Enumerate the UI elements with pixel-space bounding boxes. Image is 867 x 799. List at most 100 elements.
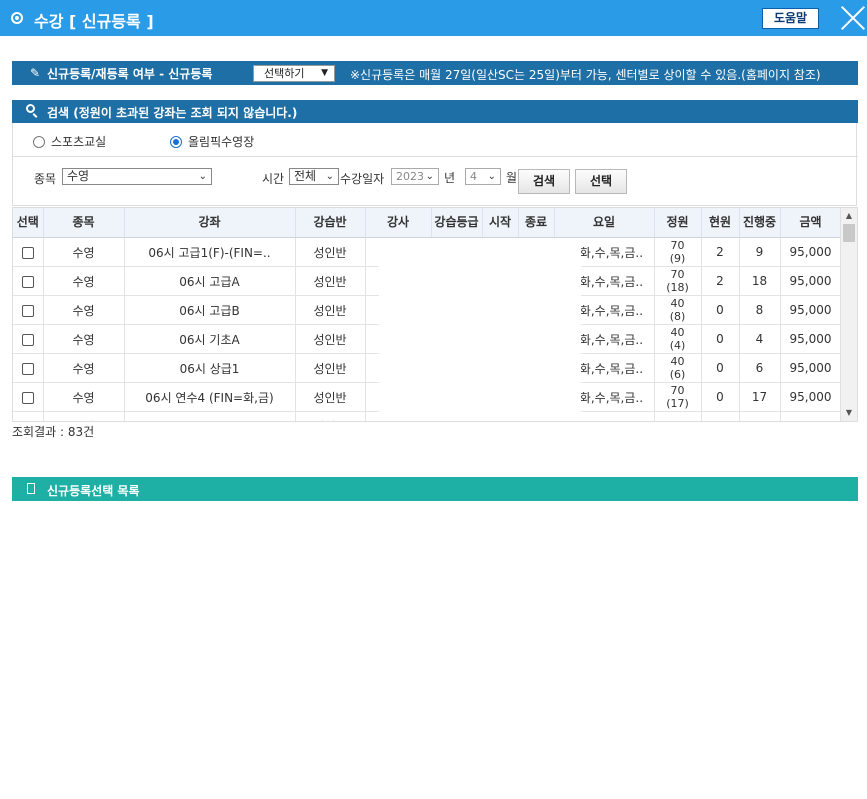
current-cell: 0 — [701, 295, 740, 325]
help-button[interactable]: 도움말 — [762, 8, 819, 29]
column-header[interactable]: 금액 — [780, 208, 842, 238]
price-cell: 95,000 — [780, 353, 842, 383]
column-header[interactable]: 강사 — [365, 208, 432, 238]
capacity-cell: 70 (9) — [654, 237, 702, 267]
scroll-down-icon[interactable]: ▼ — [841, 406, 857, 420]
month-unit: 월 — [506, 171, 518, 185]
row-checkbox[interactable] — [21, 246, 34, 259]
selected-list-label: 신규등록선택 목록 — [47, 484, 140, 498]
row-checkbox[interactable] — [21, 362, 34, 375]
row-checkbox[interactable] — [21, 304, 34, 317]
ongoing-cell: 18 — [739, 266, 781, 296]
class-cell: 성인반 — [295, 295, 366, 325]
time-select[interactable]: 전체 ⌄ — [289, 168, 339, 185]
row-checkbox[interactable] — [21, 391, 34, 404]
registration-bar: ✎ 신규등록/재등록 여부 - 신규등록 선택하기 ▼ ※신규등록은 매월 27… — [12, 61, 858, 85]
capacity-value: 40 — [670, 355, 685, 368]
capacity-sub-value: (6) — [669, 368, 686, 381]
course-cell: 06시 기초A — [124, 324, 296, 354]
close-icon[interactable] — [840, 5, 866, 31]
year-select[interactable]: 2023 ⌄ — [391, 168, 439, 185]
pencil-icon: ✎ — [30, 66, 41, 80]
event-select[interactable]: 수영 ⌄ — [62, 168, 212, 185]
year-unit: 년 — [444, 171, 456, 185]
event-cell: 수영 — [43, 382, 125, 412]
row-checkbox[interactable] — [21, 333, 34, 346]
registration-type-select[interactable]: 선택하기 ▼ — [253, 65, 335, 82]
event-cell: 수영 — [43, 324, 125, 354]
column-header[interactable]: 선택 — [13, 208, 44, 238]
column-header[interactable]: 강습등급 — [431, 208, 483, 238]
class-cell: 성인반 — [295, 324, 366, 354]
event-cell: 수영 — [43, 295, 125, 325]
capacity-cell: 40 (8) — [654, 295, 702, 325]
row-checkbox[interactable] — [21, 420, 34, 421]
current-cell: 0 — [701, 382, 740, 412]
column-header[interactable]: 정원 — [654, 208, 702, 238]
course-cell: 06시 고급1(F)-(FIN=.. — [124, 237, 296, 267]
scroll-thumb[interactable] — [843, 224, 855, 242]
row-checkbox[interactable] — [21, 275, 34, 288]
event-cell: 수영 — [43, 353, 125, 383]
capacity-sub-value: (17) — [666, 397, 689, 410]
page-title: 수강 [ 신규등록 ] — [34, 12, 154, 31]
price-cell — [780, 411, 842, 421]
radio-olympic-pool[interactable]: 올림픽수영장 — [170, 133, 254, 150]
capacity-value: 70 — [670, 384, 685, 397]
column-header[interactable]: 요일 — [554, 208, 655, 238]
price-cell: 95,000 — [780, 237, 842, 267]
capacity-cell: 70 (18) — [654, 266, 702, 296]
column-header[interactable]: 시작 — [482, 208, 519, 238]
month-select-value: 4 — [470, 170, 477, 183]
search-button[interactable]: 검색 — [518, 169, 570, 194]
course-cell: 06시 상급1 — [124, 353, 296, 383]
select-cell — [13, 237, 44, 267]
search-icon — [26, 104, 35, 113]
month-select[interactable]: 4 ⌄ — [465, 168, 501, 185]
title-bar: 수강 [ 신규등록 ] 도움말 — [0, 0, 867, 36]
capacity-cell: 40 (6) — [654, 353, 702, 383]
select-cell — [13, 382, 44, 412]
column-header[interactable]: 강습반 — [295, 208, 366, 238]
capacity-sub-value: (8) — [669, 310, 686, 323]
search-header-label: 검색 (정원이 초과된 강좌는 조회 되지 않습니다.) — [47, 106, 298, 120]
column-header[interactable]: 종료 — [518, 208, 555, 238]
current-cell: 0 — [701, 324, 740, 354]
chevron-down-icon: ⌄ — [487, 171, 496, 182]
year-select-value: 2023 — [396, 170, 424, 183]
class-cell: 성인반 — [295, 382, 366, 412]
column-header[interactable]: 강좌 — [124, 208, 296, 238]
class-cell: 성인반 — [295, 237, 366, 267]
divider — [13, 156, 858, 157]
radio-button[interactable] — [33, 135, 45, 148]
ongoing-cell: 9 — [739, 237, 781, 267]
radio-button-selected[interactable] — [170, 135, 182, 148]
class-cell: 성인반 — [295, 411, 366, 421]
capacity-value: 70 — [670, 239, 685, 252]
capacity-value: 70 — [670, 268, 685, 281]
capacity-sub-value: (18) — [666, 281, 689, 294]
time-label: 시간 — [262, 172, 285, 186]
ongoing-cell — [739, 411, 781, 421]
column-header[interactable]: 종목 — [43, 208, 125, 238]
time-select-value: 전체 — [294, 169, 317, 183]
table-scrollbar[interactable]: ▲ ▼ — [840, 208, 857, 421]
price-cell: 95,000 — [780, 324, 842, 354]
search-header-bar: 검색 (정원이 초과된 강좌는 조회 되지 않습니다.) — [12, 100, 858, 123]
column-header[interactable]: 진행중 — [739, 208, 781, 238]
class-cell: 성인반 — [295, 353, 366, 383]
current-cell: 2 — [701, 266, 740, 296]
selected-list-bar: 신규등록선택 목록 — [12, 477, 858, 501]
radio-label: 스포츠교실 — [51, 135, 107, 149]
current-cell — [701, 411, 740, 421]
capacity-cell: 60 — [654, 411, 702, 421]
column-header[interactable]: 현원 — [701, 208, 740, 238]
radio-sports-class[interactable]: 스포츠교실 — [33, 133, 106, 150]
ongoing-cell: 17 — [739, 382, 781, 412]
course-cell: 06시 고급B — [124, 295, 296, 325]
ongoing-cell: 4 — [739, 324, 781, 354]
scroll-up-icon[interactable]: ▲ — [841, 209, 857, 223]
ongoing-cell: 8 — [739, 295, 781, 325]
radio-label: 올림픽수영장 — [188, 135, 255, 149]
select-button[interactable]: 선택 — [575, 169, 627, 194]
